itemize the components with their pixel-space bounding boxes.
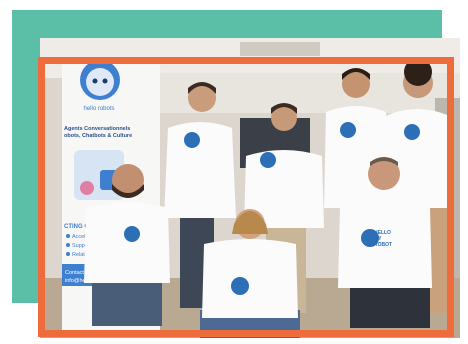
banner-line-1: Agents Conversationnels: [64, 126, 130, 132]
banner-brand: hello robots: [83, 106, 114, 112]
banner-contact-line-1: Contact: [65, 270, 84, 276]
banner-line-2: obots, Chatbots & Culture: [64, 133, 132, 139]
ceiling-vent: [240, 42, 320, 56]
banner-contact-line-2: info@he: [65, 278, 86, 284]
team-photo: hello robots Agents Conversationnels obo…: [40, 38, 460, 338]
team-photo-illustration: hello robots Agents Conversationnels obo…: [40, 38, 460, 338]
shirt-text-line-3: ROBOT: [374, 242, 392, 248]
banner-item-1: Accel: [72, 234, 85, 240]
